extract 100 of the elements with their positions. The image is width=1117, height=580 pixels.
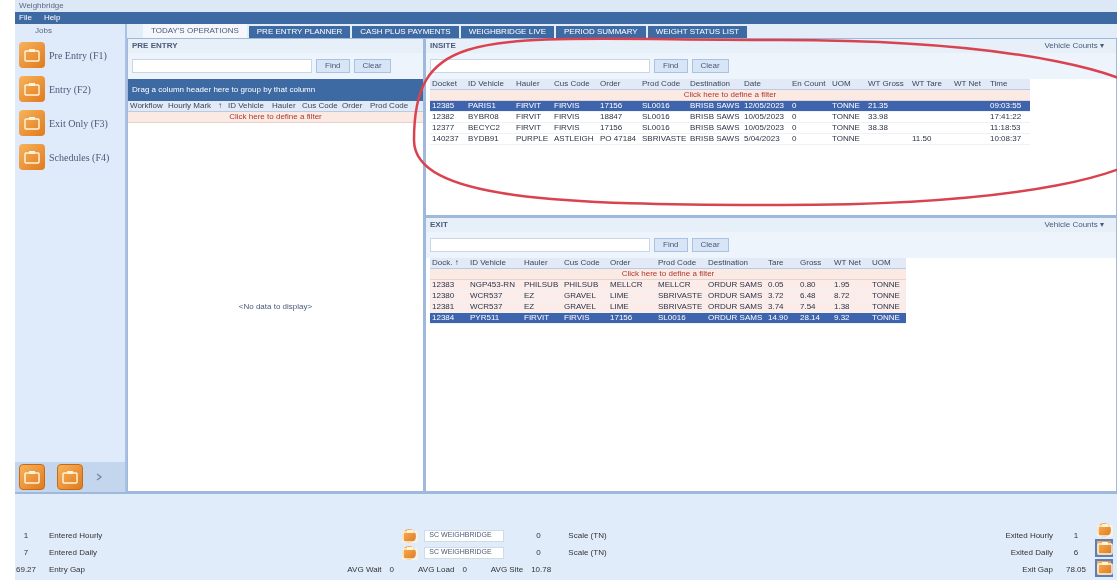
sidebar-item[interactable]: Exit Only (F3) [15, 106, 125, 140]
find-button[interactable]: Clear [691, 59, 729, 73]
column-header[interactable]: Prod Code [640, 80, 688, 88]
table-cell-text: LIME [609, 303, 630, 311]
column-header[interactable]: Gross [798, 259, 832, 267]
find-button[interactable]: Find [316, 59, 350, 73]
find-button[interactable]: Clear [353, 59, 391, 73]
table-row[interactable]: 12381 WCR537 EZ GRAVEL LIME SBRIVASTE ORDUR SAMS 3.74 7.54 1.38 TONNE [430, 302, 906, 313]
column-header[interactable]: Hourly Mark [166, 102, 216, 110]
table-row[interactable]: 12382 BYBR08 FIRVIT FIRVIS 18847 SL0016 BRISB SAWS 10/05/2023 0 TONNE 33.98 17:41:22 [430, 112, 1030, 123]
tab[interactable]: CASH PLUS PAYMENTS [352, 26, 459, 38]
table-cell-text: 18847 [599, 113, 624, 121]
find-button[interactable]: Find [654, 59, 688, 73]
table-row[interactable]: 12384 PYR511 FIRVIT FIRVIS 17156 SL0016 ORDUR SAMS 14.90 28.14 9.32 TONNE [430, 313, 906, 324]
column-header[interactable]: Workflow [128, 102, 166, 110]
column-header[interactable]: Destination [706, 259, 766, 267]
column-header[interactable]: Prod Code [368, 102, 412, 110]
folder-icon[interactable] [19, 76, 45, 102]
folder-icon[interactable] [19, 464, 45, 490]
table-cell-text: FIRVIT [515, 113, 543, 121]
table-cell-text: TONNE [871, 314, 901, 322]
table-cell-text: 12381 [431, 303, 456, 311]
search-field[interactable] [430, 59, 650, 73]
table-cell-text: 0 [791, 135, 798, 143]
tab[interactable]: WEIGHBRIDGE LIVE [460, 26, 555, 38]
column-header[interactable]: ID Vehicle [466, 80, 514, 88]
column-header[interactable]: Hauler [270, 102, 300, 110]
table-cell-text: ORDUR SAMS [707, 281, 764, 289]
table-cell-text: 5/04/2023 [743, 135, 781, 143]
column-header[interactable]: Time [988, 80, 1030, 88]
column-header[interactable]: UOM [870, 259, 906, 267]
column-header[interactable]: WT Net [952, 80, 988, 88]
status-label: AVG Wait [347, 563, 382, 576]
table-cell-text: 12380 [431, 292, 456, 300]
column-header[interactable]: WT Gross [866, 80, 910, 88]
column-header[interactable]: Prod Code [656, 259, 706, 267]
vehicle-counts-menu[interactable]: Vehicle Counts ▾ [1044, 219, 1112, 231]
status-value: 69.27 [15, 563, 37, 576]
tab[interactable]: PRE ENTRY PLANNER [248, 26, 351, 38]
table-row[interactable]: 12385 PARIS1 FIRVIT FIRVIS 17156 SL0016 BRISB SAWS 12/05/2023 0 TONNE 21.35 09:03:55 [430, 101, 1030, 112]
column-header[interactable]: ID Vehicle [226, 102, 270, 110]
filter-row[interactable]: Click here to define a filter [430, 269, 906, 280]
column-header[interactable]: Tare [766, 259, 798, 267]
folder-icon[interactable] [19, 144, 45, 170]
table-cell-text: GRAVEL [563, 292, 597, 300]
table-row[interactable]: 140237 BYDB91 PURPLE ASTLEIGH PO 47184 SBRIVASTE BRISB SAWS 5/04/2023 0 TONNE 11.50 10:08:37 [430, 134, 1030, 145]
panel-title: INSITE [430, 40, 456, 52]
column-header[interactable]: WT Tare [910, 80, 952, 88]
table-cell-text: 38.38 [867, 124, 890, 132]
column-header[interactable]: UOM [830, 80, 866, 88]
folder-icon[interactable] [57, 464, 83, 490]
column-header[interactable]: Order [598, 80, 640, 88]
search-field[interactable] [430, 238, 650, 252]
column-header[interactable]: En Count [790, 80, 830, 88]
table-cell-text: SL0016 [641, 113, 671, 121]
table-cell-text: EZ [523, 292, 536, 300]
table-row[interactable]: 12377 BECYC2 FIRVIT FIRVIS 17156 SL0016 BRISB SAWS 10/05/2023 0 TONNE 38.38 11:18:53 [430, 123, 1030, 134]
tab[interactable]: WEIGHT STATUS LIST [647, 26, 748, 38]
folder-icon[interactable] [1095, 539, 1113, 557]
sidebar-item[interactable]: Pre Entry (F1) [15, 38, 125, 72]
column-header[interactable]: Docket [430, 80, 466, 88]
column-header[interactable]: Dock. ↑ [430, 259, 468, 267]
column-header[interactable]: ↑ [216, 102, 226, 110]
group-by-hint: Drag a column header here to group by that column [132, 84, 316, 96]
folder-icon[interactable] [19, 42, 45, 68]
status-label: AVG Site [490, 563, 524, 576]
column-header[interactable]: Cus Code [562, 259, 608, 267]
table-cell-text: PARIS1 [467, 102, 497, 110]
column-header[interactable]: ID Vehicle [468, 259, 522, 267]
table-cell-text: WCR537 [469, 303, 504, 311]
menu-item[interactable]: File [19, 14, 32, 22]
folder-icon[interactable] [19, 110, 45, 136]
table-cell-text: 0 [791, 113, 798, 121]
sidebar-item[interactable]: Entry (F2) [15, 72, 125, 106]
table-cell-text: EZ [523, 303, 536, 311]
sidebar-item[interactable]: Schedules (F4) [15, 140, 125, 174]
menu-item[interactable]: Help [43, 14, 61, 22]
column-header[interactable]: Date [742, 80, 790, 88]
column-header[interactable]: Order [340, 102, 368, 110]
status-label: Exited Hourly [1005, 529, 1053, 542]
column-header[interactable]: Cus Code [552, 80, 598, 88]
status-value: 0 [389, 563, 395, 576]
tab[interactable]: TODAY'S OPERATIONS [143, 24, 247, 38]
column-header[interactable]: Order [608, 259, 656, 267]
find-button[interactable]: Find [654, 238, 688, 252]
filter-row[interactable]: Click here to define a filter [128, 112, 423, 123]
table-row[interactable]: 12380 WCR537 EZ GRAVEL LIME SBRIVASTE ORDUR SAMS 3.72 6.48 8.72 TONNE [430, 291, 906, 302]
column-header[interactable]: WT Net [832, 259, 870, 267]
folder-icon[interactable] [1095, 559, 1113, 577]
vehicle-counts-menu[interactable]: Vehicle Counts ▾ [1044, 40, 1112, 52]
tab[interactable]: PERIOD SUMMARY [556, 26, 646, 38]
table-cell-text: 28.14 [799, 314, 822, 322]
find-button[interactable]: Clear [691, 238, 729, 252]
filter-row[interactable]: Click here to define a filter [430, 90, 1030, 101]
column-header[interactable]: Hauler [522, 259, 562, 267]
chevron-icon[interactable] [95, 473, 103, 481]
column-header[interactable]: Hauler [514, 80, 552, 88]
column-header[interactable]: Cus Code [300, 102, 340, 110]
search-field[interactable] [132, 59, 312, 73]
column-header[interactable]: Destination [688, 80, 742, 88]
